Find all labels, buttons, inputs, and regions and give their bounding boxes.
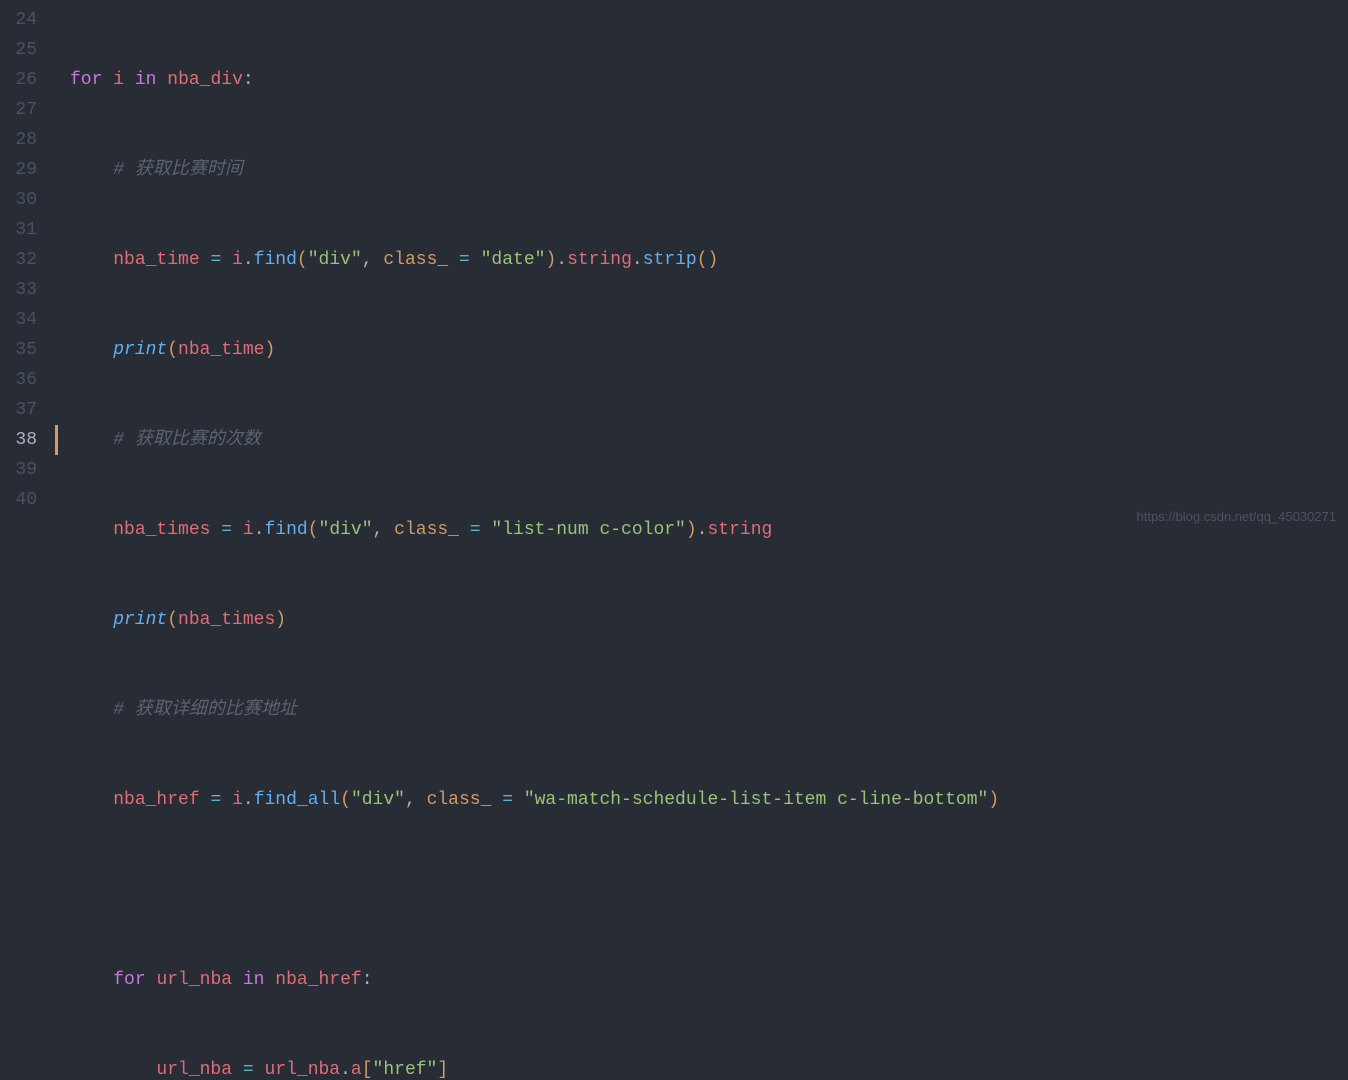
- code-line[interactable]: # 获取详细的比赛地址: [70, 695, 1348, 725]
- line-number: 36: [0, 365, 47, 395]
- line-number: 24: [0, 5, 47, 35]
- code-line[interactable]: [70, 875, 1348, 905]
- line-number: 28: [0, 125, 47, 155]
- cursor-line-marker: [55, 425, 58, 455]
- code-line[interactable]: for url_nba in nba_href:: [70, 965, 1348, 995]
- code-line[interactable]: print(nba_times): [70, 605, 1348, 635]
- code-line[interactable]: nba_href = i.find_all("div", class_ = "w…: [70, 785, 1348, 815]
- line-number: 32: [0, 245, 47, 275]
- line-number-gutter: 24 25 26 27 28 29 30 31 32 33 34 35 36 3…: [0, 0, 55, 540]
- line-number: 30: [0, 185, 47, 215]
- code-line[interactable]: # 获取比赛时间: [70, 155, 1348, 185]
- line-number: 40: [0, 485, 47, 515]
- code-line[interactable]: url_nba = url_nba.a["href"]: [70, 1055, 1348, 1080]
- line-number: 29: [0, 155, 47, 185]
- line-number: 35: [0, 335, 47, 365]
- line-number: 26: [0, 65, 47, 95]
- line-number: 25: [0, 35, 47, 65]
- line-number: 37: [0, 395, 47, 425]
- watermark-text: https://blog.csdn.net/qq_45030271: [1137, 502, 1337, 532]
- line-number-active: 38: [0, 425, 47, 455]
- line-number: 31: [0, 215, 47, 245]
- line-number: 27: [0, 95, 47, 125]
- code-line[interactable]: nba_time = i.find("div", class_ = "date"…: [70, 245, 1348, 275]
- code-editor[interactable]: 24 25 26 27 28 29 30 31 32 33 34 35 36 3…: [0, 0, 1348, 540]
- line-number: 39: [0, 455, 47, 485]
- code-line[interactable]: # 获取比赛的次数: [70, 425, 1348, 455]
- code-content[interactable]: for i in nba_div: # 获取比赛时间 nba_time = i.…: [55, 0, 1348, 540]
- line-number: 34: [0, 305, 47, 335]
- line-number: 33: [0, 275, 47, 305]
- code-line[interactable]: print(nba_time): [70, 335, 1348, 365]
- code-line[interactable]: for i in nba_div:: [70, 65, 1348, 95]
